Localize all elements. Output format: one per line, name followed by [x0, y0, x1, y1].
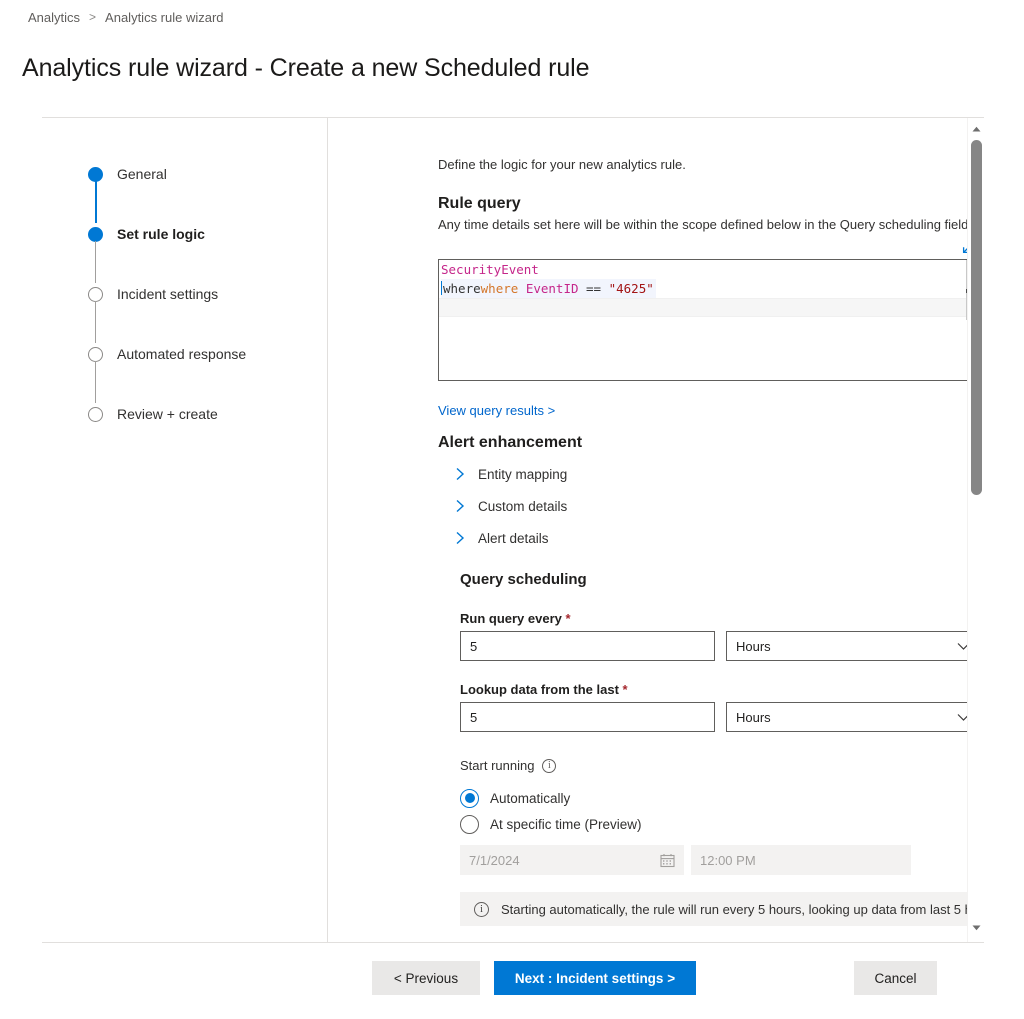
wizard-content-pane: Define the logic for your new analytics … — [329, 118, 984, 942]
page-title: Analytics rule wizard - Create a new Sch… — [22, 54, 589, 83]
step-connector — [95, 301, 96, 343]
lookup-data-label: Lookup data from the last * — [460, 682, 628, 697]
radio-label: Automatically — [490, 791, 570, 806]
select-value: Hours — [736, 710, 771, 725]
start-date-value: 7/1/2024 — [469, 853, 520, 868]
chevron-right-icon — [452, 466, 468, 482]
radio-start-automatically[interactable]: Automatically — [460, 787, 570, 809]
query-line-empty — [439, 317, 980, 336]
query-line: SecurityEvent — [439, 260, 980, 279]
step-dot-done-icon — [88, 227, 103, 242]
field-label-text: Lookup data from the last — [460, 682, 619, 697]
step-connector — [95, 181, 97, 223]
sidebar-step-review-create[interactable]: Review + create — [88, 403, 218, 425]
step-label: Review + create — [117, 406, 218, 422]
sidebar-step-incident-settings[interactable]: Incident settings — [88, 283, 218, 305]
scheduling-info-text: Starting automatically, the rule will ru… — [501, 902, 984, 917]
collapsible-label: Alert details — [478, 531, 549, 546]
step-label: General — [117, 166, 167, 182]
lookup-data-input[interactable] — [460, 702, 715, 732]
breadcrumb-item-analytics-rule-wizard[interactable]: Analytics rule wizard — [105, 10, 224, 25]
lookup-data-unit-select[interactable]: Hours — [726, 702, 981, 732]
radio-label: At specific time (Preview) — [490, 817, 642, 832]
query-token-string: "4625" — [609, 281, 654, 296]
step-dot-done-icon — [88, 167, 103, 182]
breadcrumb: Analytics > Analytics rule wizard — [28, 10, 224, 25]
calendar-icon[interactable] — [659, 852, 675, 868]
query-line-empty — [439, 298, 980, 317]
query-token-operator: == — [579, 281, 609, 296]
select-value: Hours — [736, 639, 771, 654]
collapsible-label: Entity mapping — [478, 467, 567, 482]
step-label: Incident settings — [117, 286, 218, 302]
start-running-label: Start running i — [460, 758, 556, 773]
collapsible-custom-details[interactable]: Custom details — [452, 496, 567, 516]
query-token-keyword: where — [481, 281, 519, 296]
sidebar-step-automated-response[interactable]: Automated response — [88, 343, 246, 365]
query-scheduling-heading: Query scheduling — [460, 571, 587, 588]
scheduling-info-banner: i Starting automatically, the rule will … — [460, 892, 981, 926]
chevron-right-icon — [452, 498, 468, 514]
required-marker: * — [623, 682, 628, 697]
alert-enhancement-heading: Alert enhancement — [438, 434, 582, 452]
step-label: Automated response — [117, 346, 246, 362]
run-query-every-input[interactable] — [460, 631, 715, 661]
content-scrollbar-thumb[interactable] — [971, 140, 982, 495]
radio-indicator-selected — [460, 789, 479, 808]
start-time-value: 12:00 PM — [700, 853, 756, 868]
query-token-table: SecurityEvent — [441, 262, 539, 277]
wizard-panel: General Set rule logic Incident settings… — [42, 117, 984, 943]
start-time-input[interactable]: 12:00 PM — [691, 845, 911, 875]
start-date-input[interactable]: 7/1/2024 — [460, 845, 684, 875]
query-line-empty — [439, 336, 980, 355]
query-line: wherewhere EventID == "4625" — [439, 279, 980, 298]
chevron-right-icon — [452, 530, 468, 546]
content-scrollbar[interactable] — [967, 118, 984, 942]
intro-text: Define the logic for your new analytics … — [438, 157, 686, 172]
scroll-up-arrow-icon[interactable] — [968, 120, 984, 137]
collapsible-entity-mapping[interactable]: Entity mapping — [452, 464, 567, 484]
breadcrumb-separator-icon: > — [89, 10, 96, 24]
previous-button[interactable]: < Previous — [372, 961, 480, 995]
step-connector — [95, 361, 96, 403]
rule-query-editor[interactable]: SecurityEvent wherewhere EventID == "462… — [438, 259, 981, 381]
step-dot-todo-icon — [88, 407, 103, 422]
collapsible-alert-details[interactable]: Alert details — [452, 528, 549, 548]
next-incident-settings-button[interactable]: Next : Incident settings > — [494, 961, 696, 995]
start-running-label-text: Start running — [460, 758, 534, 773]
run-query-every-label: Run query every * — [460, 611, 571, 626]
breadcrumb-item-analytics[interactable]: Analytics — [28, 10, 80, 25]
cancel-button[interactable]: Cancel — [854, 961, 937, 995]
sidebar-step-general[interactable]: General — [88, 163, 167, 185]
field-label-text: Run query every — [460, 611, 562, 626]
step-dot-todo-icon — [88, 347, 103, 362]
query-token-pipe: where — [443, 281, 481, 296]
rule-query-heading: Rule query — [438, 195, 521, 213]
wizard-step-rail: General Set rule logic Incident settings… — [42, 118, 328, 942]
step-label: Set rule logic — [117, 226, 205, 242]
wizard-footer: < Previous Next : Incident settings > Ca… — [0, 961, 1024, 995]
required-marker: * — [566, 611, 571, 626]
info-icon[interactable]: i — [542, 759, 556, 773]
query-token-column: EventID — [526, 281, 579, 296]
step-dot-todo-icon — [88, 287, 103, 302]
run-query-every-unit-select[interactable]: Hours — [726, 631, 981, 661]
text-caret — [441, 281, 442, 295]
info-icon: i — [474, 902, 489, 917]
collapsible-label: Custom details — [478, 499, 567, 514]
rule-query-subtext: Any time details set here will be within… — [438, 217, 979, 232]
radio-start-at-specific-time[interactable]: At specific time (Preview) — [460, 813, 642, 835]
step-connector — [95, 241, 96, 283]
sidebar-step-set-rule-logic[interactable]: Set rule logic — [88, 223, 205, 245]
view-query-results-link[interactable]: View query results > — [438, 403, 555, 418]
radio-indicator-unselected — [460, 815, 479, 834]
scroll-down-arrow-icon[interactable] — [968, 919, 984, 936]
